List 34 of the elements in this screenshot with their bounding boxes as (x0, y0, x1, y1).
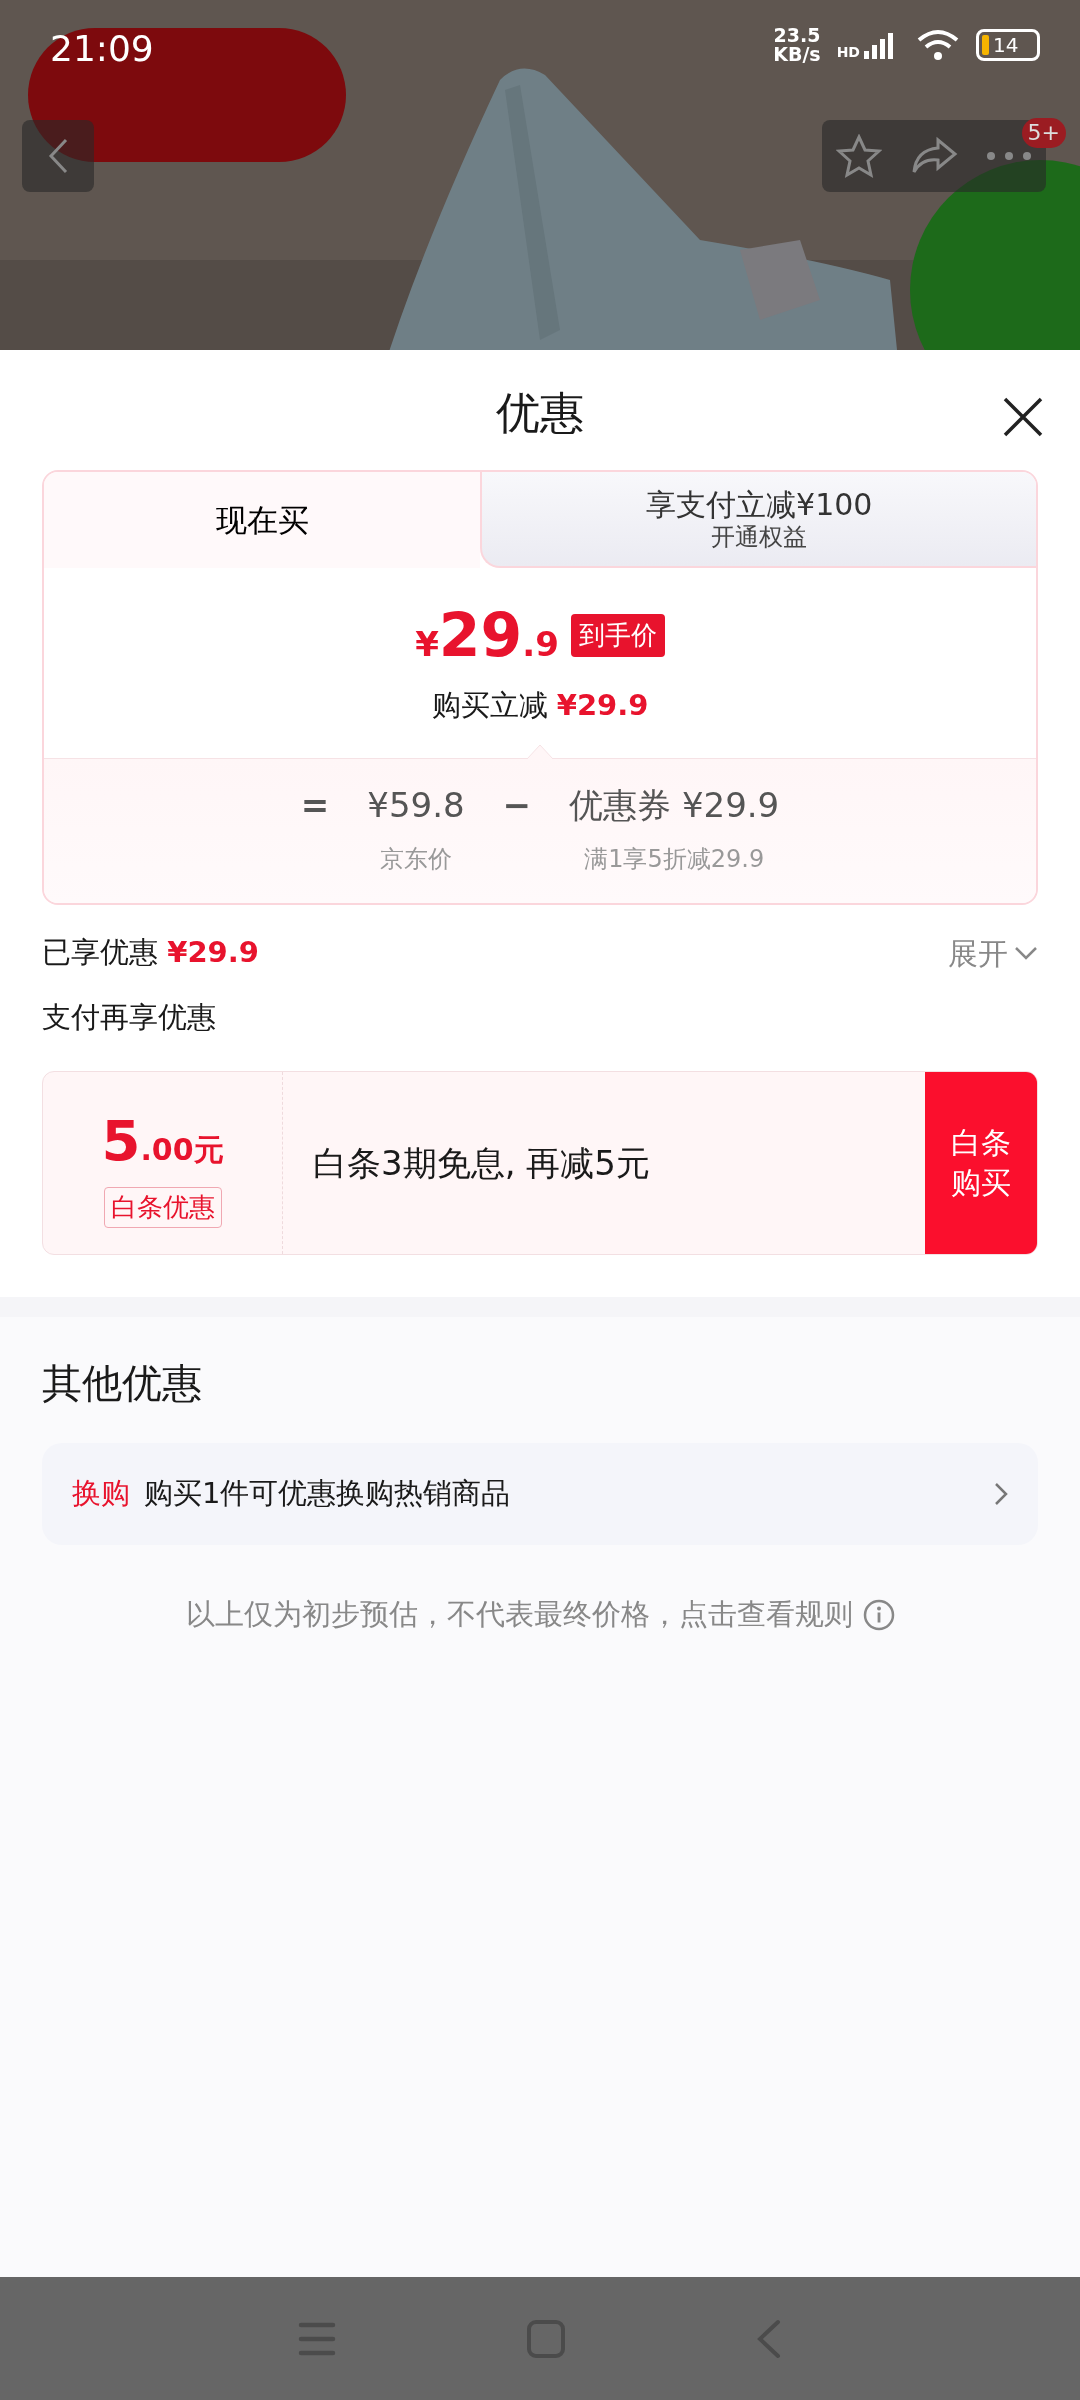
chevron-right-icon (994, 1482, 1008, 1506)
section-title: 支付再享优惠 (42, 998, 217, 1036)
price-value: ¥59.8 (367, 783, 465, 827)
network-speed: 23.5 KB/s (773, 26, 821, 64)
back-button[interactable] (22, 120, 94, 192)
price-tag: 到手价 (570, 613, 665, 657)
star-icon[interactable] (836, 134, 882, 178)
status-time: 21:09 (50, 27, 154, 71)
offer-tag: 白条优惠 (103, 1186, 222, 1228)
chevron-left-icon (47, 137, 69, 175)
tab[interactable]: 享支付立减¥100 开通权益 (480, 472, 1036, 568)
operator-sign: = (300, 783, 330, 827)
price-value: 优惠券 ¥29.9 (569, 783, 780, 827)
offer-row[interactable]: 换购 购买1件可优惠换购热销商品 (42, 1443, 1038, 1545)
offer-text: 购买1件可优惠换购热销商品 (144, 1475, 512, 1513)
expand-toggle[interactable]: 展开 (948, 930, 1038, 976)
wifi-icon (916, 29, 960, 61)
more-icon[interactable] (986, 151, 1032, 161)
enjoyed-discount: 已享优惠 ¥29.9 (42, 934, 259, 972)
network-label: HD (836, 45, 860, 59)
reduction-text: 购买立减 ¥29.9 (431, 688, 649, 722)
tab[interactable]: 现在买 (44, 472, 481, 568)
price-label: 京东价 (378, 843, 453, 875)
buy-button[interactable]: 白条购买 (925, 1072, 1037, 1254)
offer-description: 白条3期免息, 再减5元 (313, 1141, 650, 1185)
sheet-title: 优惠 (495, 386, 585, 440)
offer-amount: 5.00元 (101, 1106, 224, 1175)
offer-tag: 换购 (72, 1472, 130, 1516)
battery-indicator: 14 (976, 29, 1040, 61)
price-label: 满1享5折减29.9 (583, 843, 766, 875)
info-icon[interactable] (862, 1598, 895, 1631)
operator-sign: − (502, 783, 532, 827)
section-title: 其他优惠 (42, 1359, 203, 1408)
final-price: ¥29.9 (415, 599, 559, 672)
